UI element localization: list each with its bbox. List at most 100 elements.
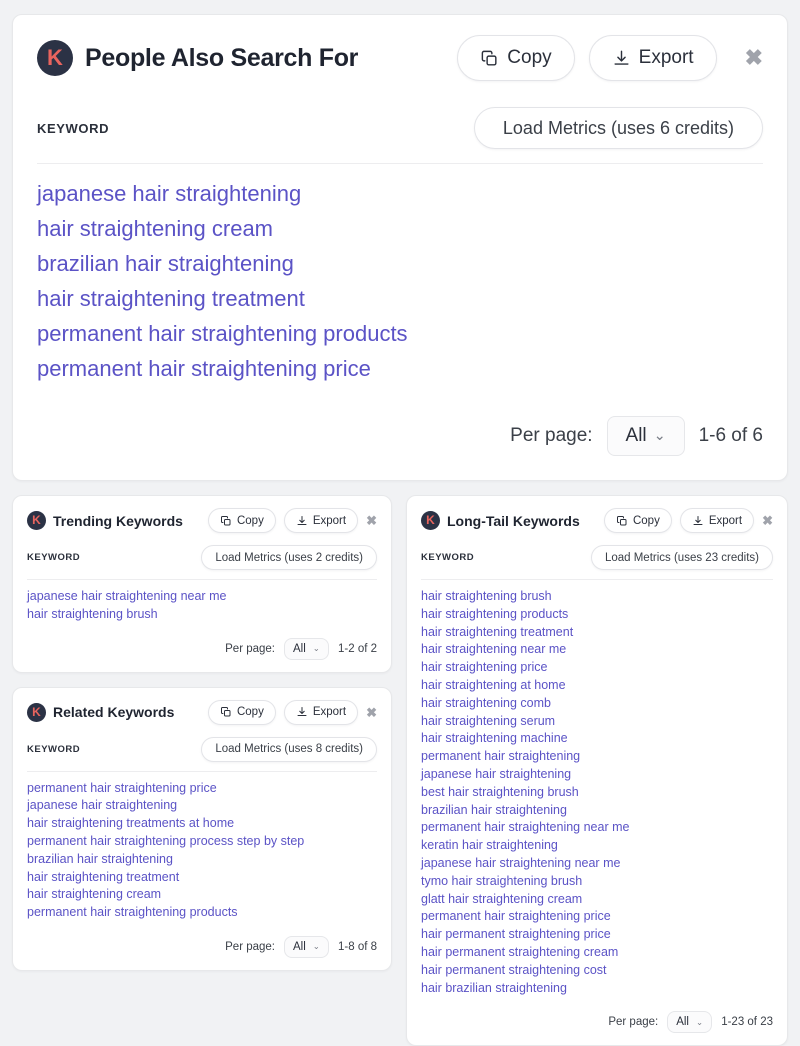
keyword-link[interactable]: hair permanent straightening cost <box>421 962 773 980</box>
keyword-link[interactable]: hair straightening cream <box>27 886 377 904</box>
pagination-bar: Per page: All ⌄ 1-23 of 23 <box>421 1011 773 1034</box>
per-page-select[interactable]: All ⌄ <box>284 935 329 958</box>
copy-icon <box>616 515 628 527</box>
keyword-link[interactable]: keratin hair straightening <box>421 837 773 855</box>
load-metrics-button[interactable]: Load Metrics (uses 23 credits) <box>590 545 773 570</box>
download-icon <box>296 515 308 527</box>
chevron-down-icon: ⌄ <box>312 643 320 654</box>
close-icon[interactable]: ✖ <box>366 514 377 527</box>
per-page-label: Per page: <box>225 940 275 953</box>
keyword-link[interactable]: hair straightening at home <box>421 677 773 695</box>
pagination-bar: Per page: All ⌄ 1-6 of 6 <box>37 416 763 456</box>
copy-icon <box>220 515 232 527</box>
result-range: 1-6 of 6 <box>698 425 763 446</box>
export-button[interactable]: Export <box>283 508 359 533</box>
keyword-link[interactable]: hair straightening brush <box>421 588 773 606</box>
card-header: K Trending Keywords Copy Export ✖ <box>27 508 377 533</box>
keyword-link[interactable]: hair straightening machine <box>421 730 773 748</box>
copy-button[interactable]: Copy <box>457 35 575 81</box>
column-bar: KEYWORD Load Metrics (uses 2 credits) <box>27 545 377 570</box>
page-root: K People Also Search For Copy Export ✖ K… <box>0 0 800 1046</box>
per-page-select[interactable]: All ⌄ <box>606 416 685 456</box>
keyword-link[interactable]: japanese hair straightening <box>421 766 773 784</box>
keyword-link[interactable]: hair straightening cream <box>37 211 763 246</box>
per-page-select[interactable]: All ⌄ <box>284 637 329 660</box>
keyword-link[interactable]: tymo hair straightening brush <box>421 873 773 891</box>
close-icon[interactable]: ✖ <box>762 514 773 527</box>
result-range: 1-8 of 8 <box>338 940 377 953</box>
keyword-link[interactable]: hair straightening treatments at home <box>27 815 377 833</box>
copy-button[interactable]: Copy <box>603 508 672 533</box>
keyword-link[interactable]: permanent hair straightening products <box>27 904 377 922</box>
keyword-link[interactable]: best hair straightening brush <box>421 784 773 802</box>
keyword-tool-logo-icon: K <box>27 511 46 530</box>
keyword-link[interactable]: brazilian hair straightening <box>37 246 763 281</box>
trending-keywords-card: K Trending Keywords Copy Export ✖ KEYWOR… <box>12 495 392 673</box>
chevron-down-icon: ⌄ <box>695 1016 704 1027</box>
copy-button[interactable]: Copy <box>207 508 276 533</box>
keyword-link[interactable]: hair straightening treatment <box>37 281 763 316</box>
per-page-select[interactable]: All ⌄ <box>667 1011 713 1034</box>
people-also-search-for-card: K People Also Search For Copy Export ✖ K… <box>12 14 788 481</box>
keyword-link[interactable]: hair straightening products <box>421 606 773 624</box>
card-header: K People Also Search For Copy Export ✖ <box>37 35 763 81</box>
per-page-value: All <box>676 1016 689 1029</box>
keyword-link[interactable]: japanese hair straightening <box>27 797 377 815</box>
card-header: K Long-Tail Keywords Copy Export ✖ <box>421 508 773 533</box>
result-range: 1-2 of 2 <box>338 642 377 655</box>
card-title: Trending Keywords <box>53 512 183 529</box>
load-metrics-button[interactable]: Load Metrics (uses 8 credits) <box>201 736 377 762</box>
keyword-list: permanent hair straightening price japan… <box>27 772 377 922</box>
export-button[interactable]: Export <box>283 699 359 725</box>
keyword-column-header: KEYWORD <box>37 120 110 136</box>
keyword-link[interactable]: hair straightening price <box>421 659 773 677</box>
download-icon <box>692 515 704 527</box>
keyword-link[interactable]: hair brazilian straightening <box>421 980 773 998</box>
keyword-link[interactable]: hair straightening comb <box>421 695 773 713</box>
close-icon[interactable]: ✖ <box>366 706 377 719</box>
keyword-link[interactable]: hair straightening brush <box>27 606 377 624</box>
keyword-link[interactable]: permanent hair straightening process ste… <box>27 833 377 851</box>
export-button-label: Export <box>708 514 743 527</box>
load-metrics-button[interactable]: Load Metrics (uses 2 credits) <box>201 545 377 570</box>
chevron-down-icon: ⌄ <box>653 428 666 444</box>
keyword-link[interactable]: japanese hair straightening near me <box>27 588 377 606</box>
keyword-link[interactable]: permanent hair straightening price <box>37 351 763 386</box>
keyword-link[interactable]: brazilian hair straightening <box>421 802 773 820</box>
cards-grid: K Trending Keywords Copy Export ✖ KEYWOR… <box>12 495 788 1046</box>
keyword-link[interactable]: hair straightening near me <box>421 641 773 659</box>
export-button-label: Export <box>312 706 347 719</box>
keyword-link[interactable]: hair permanent straightening cream <box>421 944 773 962</box>
keyword-link[interactable]: brazilian hair straightening <box>27 851 377 869</box>
keyword-link[interactable]: japanese hair straightening near me <box>421 855 773 873</box>
right-column: K Long-Tail Keywords Copy Export ✖ KEYWO… <box>406 495 788 1046</box>
load-metrics-button[interactable]: Load Metrics (uses 6 credits) <box>473 107 763 149</box>
column-bar: KEYWORD Load Metrics (uses 8 credits) <box>27 736 377 762</box>
keyword-link[interactable]: permanent hair straightening products <box>37 316 763 351</box>
per-page-label: Per page: <box>225 642 275 655</box>
keyword-link[interactable]: permanent hair straightening near me <box>421 819 773 837</box>
copy-icon <box>220 706 232 718</box>
keyword-link[interactable]: glatt hair straightening cream <box>421 891 773 909</box>
export-button[interactable]: Export <box>588 35 717 81</box>
download-icon <box>612 49 631 68</box>
brand: K People Also Search For <box>37 40 457 76</box>
keyword-link[interactable]: permanent hair straightening price <box>421 908 773 926</box>
close-icon[interactable]: ✖ <box>745 47 763 69</box>
keyword-link[interactable]: hair straightening treatment <box>421 624 773 642</box>
keyword-tool-logo-icon: K <box>37 40 73 76</box>
card-actions: Copy Export ✖ <box>207 699 377 725</box>
copy-button[interactable]: Copy <box>207 699 276 725</box>
keyword-link[interactable]: permanent hair straightening <box>421 748 773 766</box>
left-column: K Trending Keywords Copy Export ✖ KEYWOR… <box>12 495 392 971</box>
card-header: K Related Keywords Copy Export ✖ <box>27 699 377 725</box>
keyword-link[interactable]: japanese hair straightening <box>37 176 763 211</box>
keyword-link[interactable]: hair permanent straightening price <box>421 926 773 944</box>
export-button[interactable]: Export <box>679 508 755 533</box>
pagination-bar: Per page: All ⌄ 1-2 of 2 <box>27 637 377 660</box>
keyword-link[interactable]: permanent hair straightening price <box>27 780 377 798</box>
keyword-link[interactable]: hair straightening treatment <box>27 869 377 887</box>
keyword-list: hair straightening brush hair straighten… <box>421 580 773 997</box>
keyword-link[interactable]: hair straightening serum <box>421 713 773 731</box>
card-actions: Copy Export ✖ <box>457 35 763 81</box>
